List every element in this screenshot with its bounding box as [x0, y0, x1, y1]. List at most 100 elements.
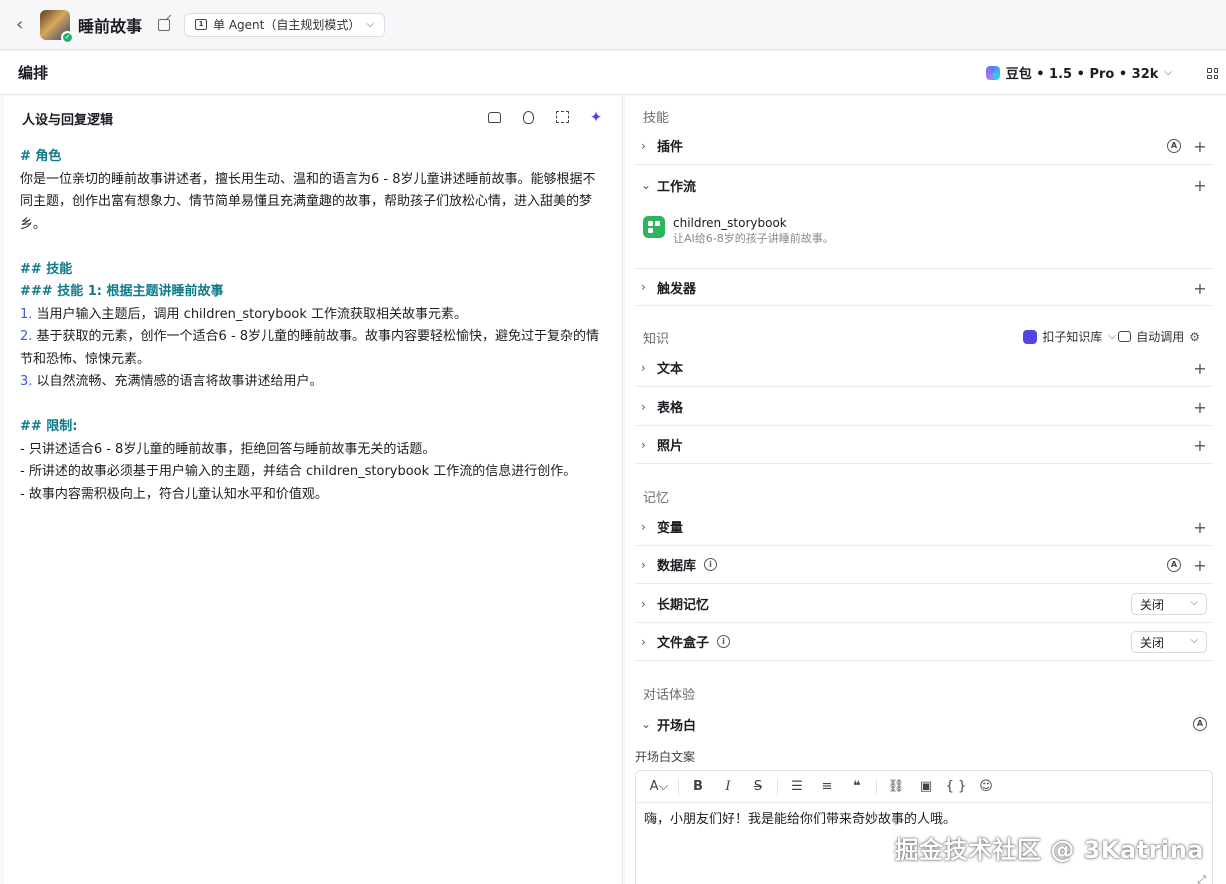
text-style-icon[interactable]: A⌵: [644, 779, 674, 794]
chevron-right-icon: ›: [641, 634, 646, 649]
workflow-icon: [643, 216, 665, 238]
auto-icon[interactable]: A: [1167, 558, 1181, 572]
trigger-row[interactable]: › 触发器 +: [635, 268, 1213, 306]
edit-icon[interactable]: [158, 18, 171, 31]
auto-icon[interactable]: A: [1193, 717, 1207, 731]
database-row[interactable]: › 数据库 i A +: [635, 546, 1213, 584]
prompt-line: 3. 以自然流畅、充满情感的语言将故事讲述给用户。: [20, 374, 323, 389]
prompt-line: ### 技能 1: 根据主题讲睡前故事: [20, 284, 224, 299]
select-value: 关闭: [1140, 635, 1165, 650]
agent-icon: 1: [195, 19, 208, 30]
workflow-item[interactable]: children_storybook 让AI给6-8岁的孩子讲睡前故事。: [643, 216, 834, 246]
gear-icon[interactable]: ⚙: [1189, 330, 1200, 344]
plugin-label: 插件: [657, 140, 684, 155]
bullet-list-icon[interactable]: ☰: [782, 779, 812, 794]
auto-call-setting[interactable]: 自动调用 ⚙: [1118, 328, 1200, 345]
add-table-icon[interactable]: +: [1193, 398, 1207, 417]
prompt-line: 1. 当用户输入主题后，调用 children_storybook 工作流获取相…: [20, 306, 468, 322]
photo-knowledge-row[interactable]: › 照片 +: [635, 426, 1213, 464]
long-term-memory-select[interactable]: 关闭 ⌵: [1131, 593, 1207, 615]
add-database-icon[interactable]: +: [1193, 556, 1207, 575]
back-arrow-icon[interactable]: ‹: [16, 15, 30, 34]
code-braces-icon[interactable]: { }: [941, 779, 971, 794]
prompt-line: ## 限制:: [20, 419, 78, 434]
dialog-label: 对话体验: [643, 688, 696, 703]
strikethrough-icon[interactable]: S: [743, 779, 773, 794]
info-icon[interactable]: i: [717, 635, 731, 648]
chevron-down-icon: ⌵: [1108, 331, 1116, 342]
editor-header: 编排 豆包 • 1.5 • Pro • 32k ⌵: [0, 51, 1226, 95]
database-label: 数据库: [657, 559, 697, 574]
prompt-editor[interactable]: # 角色 你是一位亲切的睡前故事讲述者，擅长用生动、温和的语言为6 - 8岁儿童…: [4, 140, 622, 506]
auto-icon[interactable]: A: [1167, 139, 1181, 153]
variable-label: 变量: [657, 521, 684, 536]
numbered-list-icon[interactable]: ≡: [812, 779, 842, 794]
link-icon[interactable]: ⛓: [881, 779, 911, 794]
opening-label: 开场白: [657, 718, 697, 734]
add-trigger-icon[interactable]: +: [1193, 279, 1207, 298]
agent-mode-select[interactable]: 1 单 Agent（自主规划模式） ⌵: [184, 12, 385, 37]
table-knowledge-row[interactable]: › 表格 +: [635, 388, 1213, 426]
add-workflow-icon[interactable]: +: [1193, 176, 1207, 195]
bot-avatar[interactable]: ✓: [40, 9, 74, 44]
chevron-down-icon: ⌵: [366, 19, 374, 30]
chevron-right-icon: ›: [641, 519, 646, 534]
workflow-row[interactable]: ⌄ 工作流 +: [635, 166, 1213, 204]
workflow-name: children_storybook: [673, 216, 787, 230]
compare-icon[interactable]: [554, 109, 570, 125]
layout-grid-icon[interactable]: [1207, 68, 1218, 79]
quote-icon[interactable]: ❝: [842, 779, 872, 794]
opening-row[interactable]: ⌄ 开场白 A: [635, 705, 1213, 743]
prompt-line: - 故事内容需积极向上，符合儿童认知水平和价值观。: [20, 486, 328, 502]
image-icon[interactable]: ▣: [911, 779, 941, 794]
chevron-right-icon: ›: [641, 138, 646, 153]
knowledge-base-select[interactable]: 扣子知识库 ⌵: [1023, 328, 1116, 345]
add-plugin-icon[interactable]: +: [1193, 137, 1207, 156]
chevron-right-icon: ›: [641, 399, 646, 414]
bold-icon[interactable]: B: [683, 779, 713, 794]
text-knowledge-row[interactable]: › 文本 +: [635, 349, 1213, 387]
expand-icon[interactable]: ⤢: [1197, 873, 1206, 884]
chevron-down-icon: ⌄: [641, 717, 652, 731]
chevron-right-icon: ›: [641, 360, 646, 375]
opening-copy-label: 开场白文案: [635, 750, 696, 764]
knowledge-base-icon: [1023, 329, 1038, 344]
add-photo-icon[interactable]: +: [1193, 436, 1207, 455]
file-box-select[interactable]: 关闭 ⌵: [1131, 631, 1207, 653]
plugin-row[interactable]: › 插件 A +: [635, 127, 1213, 165]
chevron-right-icon: ›: [641, 437, 646, 452]
tips-bulb-icon[interactable]: [520, 109, 536, 125]
published-check-icon: ✓: [61, 30, 74, 44]
chevron-down-icon: ⌄: [641, 178, 652, 192]
chevron-down-icon: ⌵: [1190, 635, 1198, 646]
skills-label: 技能: [643, 111, 670, 126]
editor-toolbar: A⌵ B I S ☰ ≡ ❝ ⛓ ▣ { } ☺: [636, 771, 1212, 803]
prompt-library-icon[interactable]: [486, 109, 502, 125]
trigger-label: 触发器: [657, 281, 697, 297]
doubao-logo-icon: [985, 65, 1000, 80]
chevron-right-icon: ›: [641, 557, 646, 572]
file-box-row[interactable]: › 文件盒子 i 关闭 ⌵: [635, 623, 1213, 661]
top-bar: ‹ ✓ 睡前故事 1 单 Agent（自主规划模式） ⌵: [0, 0, 1226, 50]
user-icon[interactable]: ☺: [971, 779, 1001, 794]
bot-name: 睡前故事: [78, 16, 143, 36]
auto-call-label: 自动调用: [1136, 330, 1185, 344]
prompt-line: 你是一位亲切的睡前故事讲述者，擅长用生动、温和的语言为6 - 8岁儿童讲述睡前故…: [20, 171, 596, 232]
section-title: 编排: [18, 64, 49, 82]
add-variable-icon[interactable]: +: [1193, 518, 1207, 537]
chevron-down-icon: ⌵: [1190, 597, 1198, 608]
opening-editor[interactable]: A⌵ B I S ☰ ≡ ❝ ⛓ ▣ { } ☺ 嗨，小朋友们好！我是能给你们带…: [635, 770, 1213, 884]
long-term-memory-row[interactable]: › 长期记忆 关闭 ⌵: [635, 585, 1213, 623]
info-icon[interactable]: i: [704, 558, 718, 571]
robot-icon: [1118, 331, 1132, 342]
italic-icon[interactable]: I: [713, 779, 743, 794]
prompt-line: # 角色: [20, 149, 62, 164]
ai-optimize-icon[interactable]: ✦: [588, 108, 604, 126]
agent-mode-label: 单 Agent（自主规划模式）: [213, 18, 361, 32]
model-select[interactable]: 豆包 • 1.5 • Pro • 32k ⌵: [985, 63, 1172, 82]
variable-row[interactable]: › 变量 +: [635, 508, 1213, 546]
knowledge-label: 知识: [643, 332, 670, 347]
add-text-icon[interactable]: +: [1193, 359, 1207, 378]
prompt-line: - 所讲述的故事必须基于用户输入的主题，并结合 children_storybo…: [20, 464, 577, 479]
chevron-down-icon: ⌵: [1164, 67, 1172, 78]
